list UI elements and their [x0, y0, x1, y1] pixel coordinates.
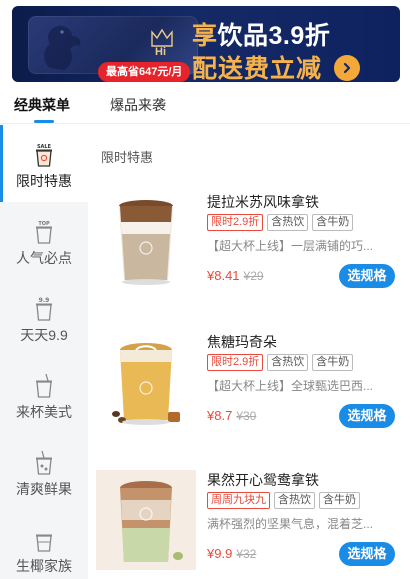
promo-banner[interactable]: Hi 最高省647元/月 享饮品3.9折 配送费立减: [12, 6, 400, 82]
sidebar-item-popular[interactable]: TOP 人气必点: [0, 202, 88, 279]
savings-badge: 最高省647元/月: [98, 62, 191, 82]
americano-cup-icon: [36, 373, 52, 398]
coconut-cup-icon: [36, 534, 52, 552]
headline-rest: 饮品3.9折: [217, 22, 331, 50]
daily-icon-text: 9.9: [39, 297, 50, 304]
feature-tag: 含牛奶: [312, 354, 354, 371]
daily-99-cup-icon: 9.9: [36, 297, 52, 321]
sale-price: ¥8.41: [207, 268, 240, 283]
menu-tabs: 经典菜单 爆品来袭: [0, 82, 410, 124]
promo-tag: 限时2.9折: [207, 214, 264, 231]
sale-icon-text: SALE: [37, 144, 52, 150]
caramel-macchiato-image: [112, 343, 180, 425]
headline-accent: 享: [192, 22, 218, 50]
choose-spec-button[interactable]: 选规格: [339, 404, 395, 428]
sidebar-item-label: 生椰家族: [16, 558, 72, 574]
sidebar-item-label: 限时特惠: [16, 173, 72, 189]
sidebar-item-americano[interactable]: 来杯美式: [0, 356, 88, 433]
fruit-drink-icon: [36, 450, 52, 475]
feature-tag: 含热饮: [274, 492, 315, 509]
chevron-right-icon[interactable]: [334, 55, 360, 81]
original-price: ¥29: [243, 269, 264, 283]
category-sidebar: SALE 限时特惠 TOP 人气必点 9.9 天天9.9 来杯美式 清爽鲜果 生…: [0, 125, 88, 579]
choose-spec-button[interactable]: 选规格: [339, 542, 395, 566]
feature-tag: 含牛奶: [312, 214, 354, 231]
product-description: 满杯强烈的坚果气息，混着芝...: [207, 517, 374, 531]
sale-price: ¥8.7: [207, 408, 233, 423]
sale-cup-icon: SALE: [36, 144, 52, 167]
product-price-row: ¥9.9 ¥32: [207, 546, 256, 561]
product-tags: 周周九块九 含热饮 含牛奶: [207, 492, 360, 509]
sidebar-item-coconut[interactable]: 生椰家族: [0, 510, 88, 579]
original-price: ¥32: [236, 547, 257, 561]
tab-classic-menu[interactable]: 经典菜单: [14, 95, 70, 115]
sidebar-item-label: 天天9.9: [20, 327, 68, 343]
product-name: 提拉米苏风味拿铁: [207, 194, 319, 210]
banner-headline: 享饮品3.9折: [192, 16, 330, 52]
product-tags: 限时2.9折 含热饮 含牛奶: [207, 354, 354, 371]
top-cup-icon: TOP: [36, 221, 52, 244]
product-tags: 限时2.9折 含热饮 含牛奶: [207, 214, 354, 231]
top-icon-text: TOP: [38, 221, 50, 227]
product-card[interactable]: 果然开心鸳鸯拿铁 周周九块九 含热饮 含牛奶 满杯强烈的坚果气息，混着芝... …: [96, 470, 410, 579]
section-title: 限时特惠: [101, 150, 154, 165]
product-price-row: ¥8.41 ¥29: [207, 268, 264, 283]
sidebar-item-label: 来杯美式: [16, 404, 72, 420]
choose-spec-button[interactable]: 选规格: [339, 264, 395, 288]
product-description: 【超大杯上线】一层满铺的巧...: [207, 239, 374, 253]
promo-tag: 限时2.9折: [207, 354, 264, 371]
sidebar-item-label: 清爽鲜果: [16, 481, 72, 497]
banner-subline: 配送费立减: [192, 55, 323, 82]
product-name: 焦糖玛奇朵: [207, 334, 277, 350]
original-price: ¥30: [236, 409, 257, 423]
sidebar-item-limited-offer[interactable]: SALE 限时特惠: [0, 125, 88, 202]
product-name: 果然开心鸳鸯拿铁: [207, 472, 319, 488]
pistachio-latte-image: [96, 470, 196, 570]
promo-tag: 周周九块九: [207, 492, 270, 509]
sale-price: ¥9.9: [207, 546, 233, 561]
sidebar-item-daily-99[interactable]: 9.9 天天9.9: [0, 279, 88, 356]
product-card[interactable]: 焦糖玛奇朵 限时2.9折 含热饮 含牛奶 【超大杯上线】全球甄选巴西... ¥8…: [96, 332, 410, 462]
active-tab-indicator: [34, 120, 54, 123]
sidebar-item-label: 人气必点: [16, 250, 72, 266]
product-price-row: ¥8.7 ¥30: [207, 408, 256, 423]
hi-label: Hi: [155, 46, 166, 58]
tiramisu-latte-image: [119, 200, 173, 285]
sidebar-item-fresh-fruit[interactable]: 清爽鲜果: [0, 433, 88, 510]
feature-tag: 含热饮: [267, 214, 309, 231]
product-description: 【超大杯上线】全球甄选巴西...: [207, 379, 374, 393]
product-card[interactable]: 提拉米苏风味拿铁 限时2.9折 含热饮 含牛奶 【超大杯上线】一层满铺的巧...…: [96, 192, 410, 322]
feature-tag: 含热饮: [267, 354, 309, 371]
tab-hot-picks[interactable]: 爆品来袭: [110, 95, 166, 115]
feature-tag: 含牛奶: [319, 492, 360, 509]
